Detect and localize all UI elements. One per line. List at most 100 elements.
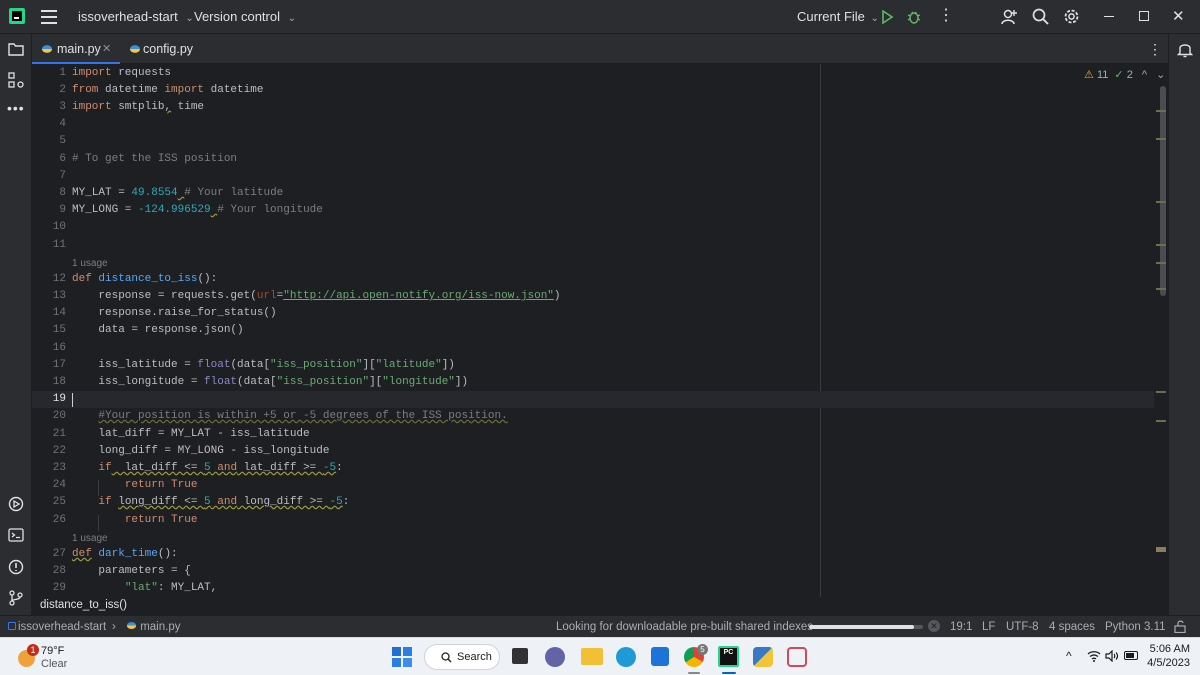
code-line: #Your position is within +5 or -5 degree… (98, 410, 508, 422)
usage-hint[interactable]: 1 usage (72, 533, 108, 544)
settings-gear-icon[interactable] (1063, 8, 1080, 25)
indent-guide (98, 515, 99, 531)
run-icon[interactable] (880, 10, 894, 24)
line-number: 2 (59, 84, 66, 96)
vcs-selector[interactable]: Version control ⌄ (194, 9, 296, 24)
file-explorer-icon[interactable] (581, 648, 603, 665)
minimize-button[interactable] (1104, 16, 1114, 17)
status-project[interactable]: issoverhead-start (8, 619, 106, 635)
task-view-icon[interactable] (512, 648, 528, 664)
structure-icon[interactable] (8, 72, 24, 88)
python-app-icon[interactable] (753, 647, 773, 667)
pycharm-taskbar-icon[interactable]: PC (718, 646, 739, 667)
edge-browser-icon[interactable] (616, 647, 636, 667)
usage-hint[interactable]: 1 usage (72, 258, 108, 269)
code-line: return True (124, 514, 198, 526)
current-line-highlight (32, 391, 1154, 408)
tab-options-icon[interactable]: ⋮ (1148, 41, 1162, 58)
teams-chat-icon[interactable] (545, 647, 565, 667)
error-stripe-mark[interactable] (1156, 420, 1166, 422)
terminal-icon[interactable] (8, 528, 24, 542)
line-number: 18 (52, 376, 66, 388)
taskbar-search-box[interactable]: Search (424, 644, 500, 670)
project-selector[interactable]: issoverhead-start ⌄ (78, 9, 194, 24)
status-file[interactable]: main.py (126, 619, 180, 635)
main-menu-icon[interactable] (41, 10, 57, 24)
tab-main-py[interactable]: main.py ✕ (32, 34, 120, 64)
error-stripe-mark[interactable] (1156, 110, 1166, 112)
error-stripe-mark[interactable] (1156, 288, 1166, 290)
clock-time[interactable]: 5:06 AM (1146, 643, 1190, 655)
inspection-widget[interactable]: ⚠ 11 ✓ 2 ^ ⌄ (1084, 68, 1165, 81)
file-encoding[interactable]: UTF-8 (1006, 619, 1039, 635)
clock-date[interactable]: 4/5/2023 (1140, 657, 1190, 669)
background-task-text[interactable]: Looking for downloadable pre-built share… (556, 619, 813, 635)
close-tab-icon[interactable]: ✕ (102, 42, 111, 55)
code-line: if long_diff <= 5 and long_diff >= -5: (98, 496, 350, 508)
lock-open-icon[interactable] (1174, 620, 1186, 633)
editor-tabs: main.py ✕ config.py ⋮ (32, 34, 1168, 64)
code-line: from datetime import datetime (72, 84, 264, 96)
more-actions-icon[interactable]: ⋮ (938, 8, 954, 24)
indent-setting[interactable]: 4 spaces (1049, 619, 1095, 635)
problems-icon[interactable] (8, 559, 24, 575)
error-stripe-mark[interactable] (1156, 201, 1166, 203)
line-number: 6 (59, 153, 66, 165)
debug-icon[interactable] (906, 9, 922, 25)
microsoft-store-icon[interactable] (651, 647, 669, 666)
code-line: MY_LONG = -124.996529 # Your longitude (72, 204, 323, 216)
error-stripe-mark[interactable] (1156, 391, 1166, 393)
title-bar: issoverhead-start ⌄ Version control ⌄ Cu… (0, 0, 1200, 34)
wifi-icon[interactable] (1087, 650, 1101, 662)
line-number: 23 (52, 462, 66, 474)
chevron-down-icon: ⌄ (287, 13, 297, 24)
cancel-task-icon[interactable]: ✕ (928, 620, 940, 632)
python-interpreter[interactable]: Python 3.11 (1105, 619, 1166, 635)
line-separator[interactable]: LF (982, 619, 995, 635)
line-number: 12 (52, 273, 66, 285)
volume-icon[interactable] (1105, 650, 1119, 662)
next-highlight-icon[interactable]: ⌄ (1156, 69, 1165, 81)
code-line: if lat_diff <= 5 and lat_diff >= -5: (98, 462, 343, 474)
module-icon (8, 622, 16, 630)
git-branch-icon[interactable] (8, 590, 24, 606)
start-windows-icon[interactable] (392, 647, 412, 667)
vertical-scrollbar[interactable] (1160, 86, 1166, 296)
temperature: 79°F (41, 645, 65, 657)
show-hidden-icons-chevron[interactable]: ^ (1066, 649, 1072, 663)
code-line: lat_diff = MY_LAT - iss_latitude (72, 428, 310, 440)
weather-widget[interactable]: 1 79°F Clear (18, 642, 98, 672)
close-window-button[interactable]: ✕ (1172, 7, 1185, 25)
run-config-selector[interactable]: Current File ⌄ (797, 9, 879, 24)
right-tool-strip (1168, 34, 1200, 637)
caret-position[interactable]: 19:1 (950, 619, 972, 635)
line-number: 13 (52, 290, 66, 302)
error-stripe-mark[interactable] (1156, 138, 1166, 140)
search-icon[interactable] (1032, 8, 1049, 25)
breadcrumb[interactable]: distance_to_iss() (32, 597, 1168, 615)
project-folder-icon[interactable] (8, 42, 24, 56)
previous-highlight-icon[interactable]: ^ (1142, 69, 1147, 81)
battery-icon[interactable] (1124, 651, 1138, 660)
breadcrumb-function[interactable]: distance_to_iss() (40, 599, 127, 611)
tab-config-py[interactable]: config.py (124, 34, 204, 64)
add-user-icon[interactable] (1000, 8, 1018, 26)
typo-count: 2 (1126, 69, 1133, 81)
python-file-icon (130, 45, 140, 53)
line-number-gutter: 1 2 3 4 5 6 7 8 9 10 11 12 13 14 15 16 1… (32, 64, 66, 597)
error-stripe-mark[interactable] (1156, 262, 1166, 264)
error-stripe-mark[interactable] (1156, 244, 1166, 246)
code-editor[interactable]: 1 2 3 4 5 6 7 8 9 10 11 12 13 14 15 16 1… (32, 64, 1168, 597)
restore-button[interactable] (1139, 11, 1149, 21)
more-tools-icon[interactable]: ••• (7, 100, 25, 116)
notifications-bell-icon[interactable] (1177, 41, 1193, 58)
line-number: 4 (59, 118, 66, 130)
error-stripe-mark[interactable] (1156, 547, 1166, 552)
progress-fill (809, 625, 914, 629)
chevron-down-icon: ⌄ (185, 13, 194, 24)
python-packages-icon[interactable] (8, 496, 24, 512)
python-file-icon (126, 622, 137, 629)
windows-taskbar: 1 79°F Clear Search 5 PC ^ 5:06 AM 4/5/2… (0, 637, 1200, 675)
line-number: 24 (52, 479, 66, 491)
snipping-tool-icon[interactable] (787, 647, 807, 667)
